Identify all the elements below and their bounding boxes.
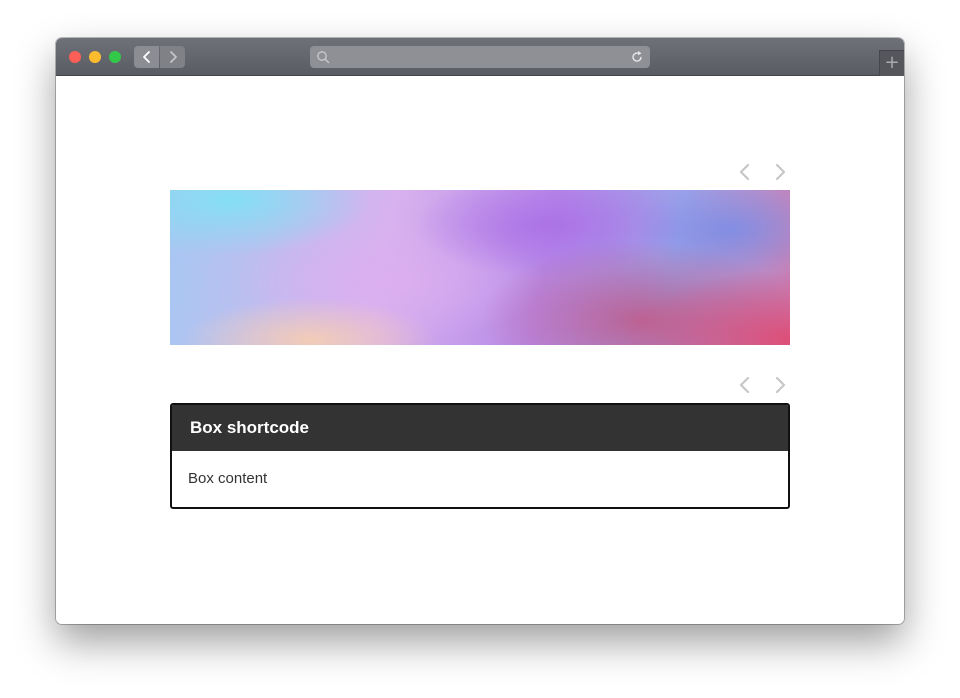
box-shortcode: Box shortcode Box content xyxy=(170,403,790,509)
slider-2-next-button[interactable] xyxy=(774,375,788,395)
chevron-left-icon xyxy=(142,51,150,63)
slider-1-prev-button[interactable] xyxy=(737,162,751,182)
page-content: Box shortcode Box content xyxy=(56,76,904,624)
slider-image xyxy=(170,190,790,345)
slider-1-next-button[interactable] xyxy=(774,162,788,182)
new-tab-button[interactable]: + xyxy=(879,50,904,76)
close-window-button[interactable] xyxy=(69,51,81,63)
title-bar: + xyxy=(56,38,904,76)
forward-button[interactable] xyxy=(160,46,185,68)
box-content: Box content xyxy=(188,470,268,487)
minimize-window-button[interactable] xyxy=(89,51,101,63)
address-bar[interactable] xyxy=(310,46,650,68)
slider-2-prev-button[interactable] xyxy=(737,375,751,395)
reload-icon[interactable] xyxy=(630,50,644,64)
url-input[interactable] xyxy=(334,48,624,66)
browser-window: + Box shortcode Box content xyxy=(56,38,904,624)
zoom-window-button[interactable] xyxy=(109,51,121,63)
box-title: Box shortcode xyxy=(172,405,788,451)
slider-2-nav xyxy=(737,375,788,395)
chevron-right-icon xyxy=(169,51,177,63)
slider-1-nav xyxy=(737,162,788,182)
search-icon xyxy=(317,51,330,64)
back-button[interactable] xyxy=(134,46,159,68)
